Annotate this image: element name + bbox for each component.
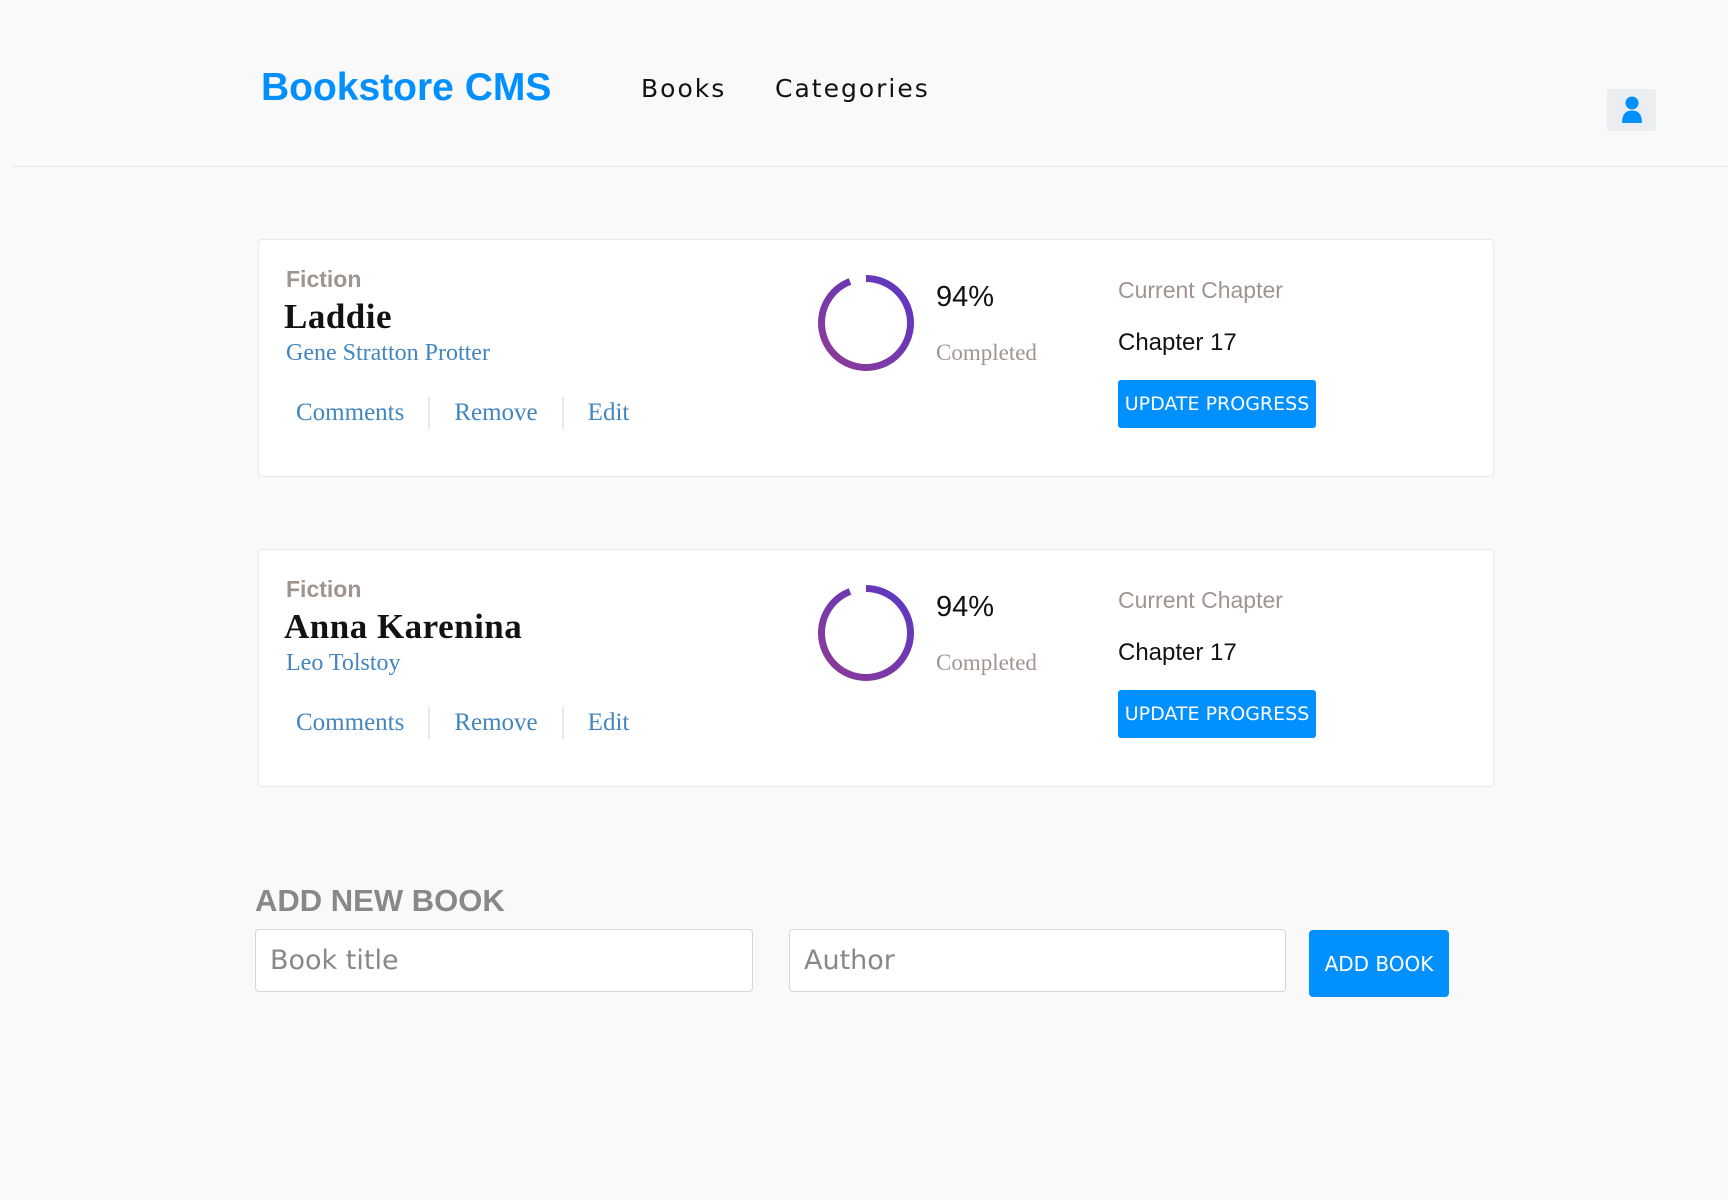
- author-input[interactable]: [789, 929, 1286, 992]
- completed-label: Completed: [936, 650, 1037, 675]
- user-button[interactable]: [1607, 89, 1656, 131]
- current-chapter-label: Current Chapter: [1118, 277, 1283, 303]
- edit-button[interactable]: Edit: [588, 399, 630, 427]
- remove-button[interactable]: Remove: [454, 709, 537, 737]
- comments-button[interactable]: Comments: [296, 709, 404, 737]
- book-title: Laddie: [284, 297, 393, 336]
- remove-button[interactable]: Remove: [454, 399, 537, 427]
- book-actions: Comments Remove Edit: [296, 707, 629, 739]
- action-divider: [561, 707, 564, 739]
- edit-button[interactable]: Edit: [588, 709, 630, 737]
- completed-label: Completed: [936, 340, 1037, 365]
- book-title-input[interactable]: [255, 929, 753, 992]
- book-genre: Fiction: [286, 576, 362, 602]
- action-divider: [561, 397, 564, 429]
- user-icon: [1621, 96, 1642, 123]
- add-book-heading: ADD NEW BOOK: [255, 883, 505, 918]
- book-author: Gene Stratton Protter: [286, 340, 490, 366]
- current-chapter-label: Current Chapter: [1118, 587, 1283, 613]
- brand-logo[interactable]: Bookstore CMS: [261, 66, 551, 110]
- action-divider: [428, 397, 431, 429]
- book-card: Fiction Anna Karenina Leo Tolstoy Commen…: [258, 549, 1494, 787]
- comments-button[interactable]: Comments: [296, 399, 404, 427]
- book-card: Fiction Laddie Gene Stratton Protter Com…: [258, 239, 1494, 477]
- progress-ring: [818, 585, 914, 681]
- add-book-button[interactable]: ADD BOOK: [1309, 930, 1449, 997]
- book-genre: Fiction: [286, 266, 362, 292]
- book-author: Leo Tolstoy: [286, 650, 401, 676]
- book-actions: Comments Remove Edit: [296, 397, 629, 429]
- progress-percent: 94%: [936, 591, 995, 623]
- page-header: Bookstore CMS Books Categories: [12, 0, 1728, 167]
- update-progress-button[interactable]: UPDATE PROGRESS: [1118, 690, 1316, 738]
- nav-categories[interactable]: Categories: [775, 74, 930, 103]
- progress-percent: 94%: [936, 281, 995, 313]
- current-chapter-value: Chapter 17: [1118, 329, 1237, 356]
- update-progress-button[interactable]: UPDATE PROGRESS: [1118, 380, 1316, 428]
- nav-books[interactable]: Books: [641, 74, 726, 103]
- current-chapter-value: Chapter 17: [1118, 639, 1237, 666]
- action-divider: [428, 707, 431, 739]
- book-title: Anna Karenina: [284, 607, 523, 646]
- progress-ring: [818, 275, 914, 371]
